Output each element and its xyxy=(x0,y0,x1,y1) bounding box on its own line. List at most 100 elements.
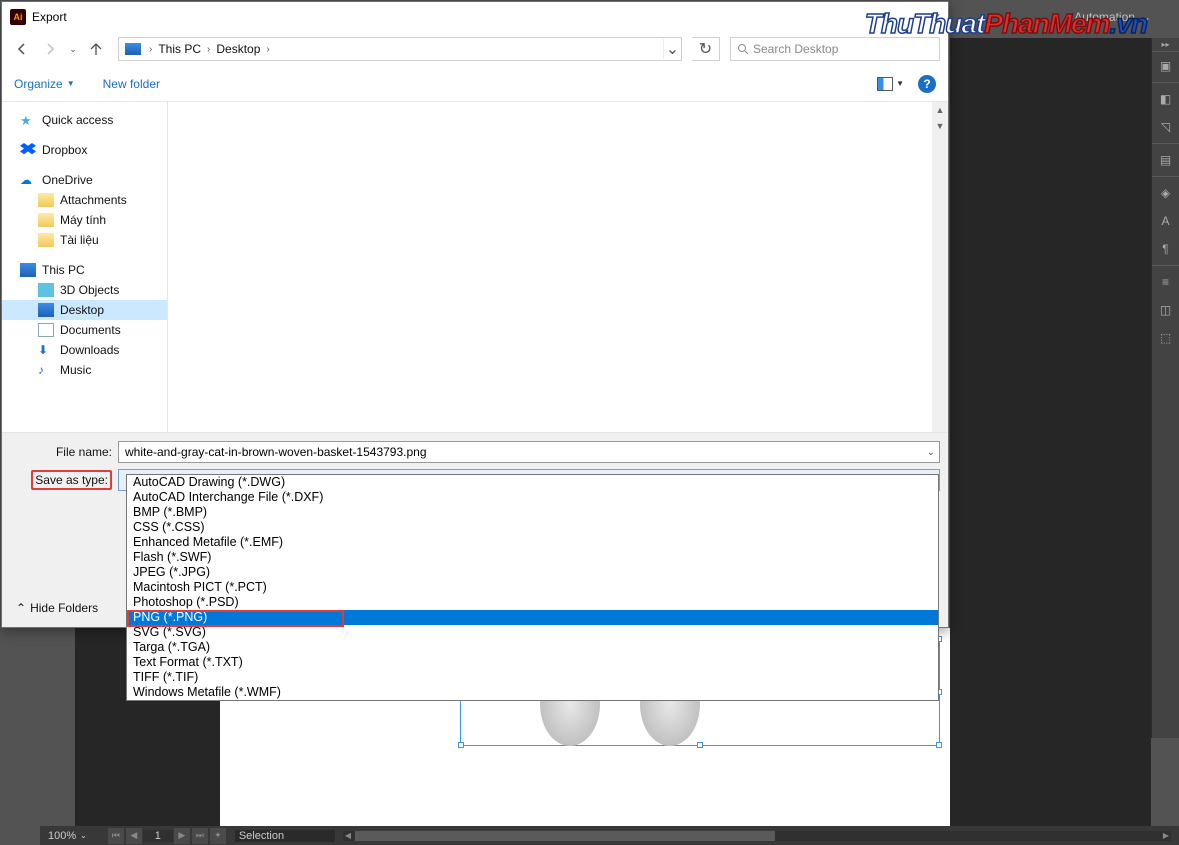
illustrator-app-icon: Ai xyxy=(10,9,26,25)
navigation-pane[interactable]: Quick access Dropbox OneDrive Attachments Má… xyxy=(2,102,167,432)
type-option[interactable]: Enhanced Metafile (*.EMF) xyxy=(127,535,938,550)
dialog-body: Quick access Dropbox OneDrive Attachments Má… xyxy=(2,102,948,432)
prev-artboard-button[interactable]: ◀ xyxy=(126,828,142,844)
type-option[interactable]: CSS (*.CSS) xyxy=(127,520,938,535)
status-mode[interactable]: Selection xyxy=(235,830,335,842)
panel-icon-8[interactable]: ≡ xyxy=(1152,268,1179,296)
pc-icon xyxy=(125,43,141,55)
panel-icon-3[interactable]: ◹ xyxy=(1152,113,1179,141)
nav-item-label: Music xyxy=(60,363,91,377)
type-option[interactable]: Flash (*.SWF) xyxy=(127,550,938,565)
nav-item-downloads[interactable]: Downloads xyxy=(2,340,167,360)
type-option[interactable]: Photoshop (*.PSD) xyxy=(127,595,938,610)
doc-icon xyxy=(38,323,54,337)
nav-item-attachments[interactable]: Attachments xyxy=(2,190,167,210)
type-option[interactable]: Windows Metafile (*.WMF) xyxy=(127,685,938,700)
nav-item-desktop[interactable]: Desktop xyxy=(2,300,167,320)
nav-item-dropbox[interactable]: Dropbox xyxy=(2,140,167,160)
file-name-input[interactable]: white-and-gray-cat-in-brown-woven-basket… xyxy=(118,441,940,463)
next-artboard-button[interactable]: ▶ xyxy=(174,828,190,844)
file-name-value: white-and-gray-cat-in-brown-woven-basket… xyxy=(125,445,427,459)
nav-item-label: Tài liệu xyxy=(60,233,99,247)
nav-item-this-pc[interactable]: This PC xyxy=(2,260,167,280)
type-option[interactable]: Macintosh PICT (*.PCT) xyxy=(127,580,938,595)
chevron-up-icon: ⌃ xyxy=(16,601,26,615)
command-bar: Organize ▼ New folder ▼ ? xyxy=(2,66,948,102)
search-placeholder: Search Desktop xyxy=(753,42,838,56)
new-folder-button[interactable]: New folder xyxy=(103,77,160,91)
breadcrumb-this-pc[interactable]: This PC xyxy=(154,42,205,56)
nav-item-label: OneDrive xyxy=(42,173,93,187)
nav-item-label: Downloads xyxy=(60,343,119,357)
nav-item-3d-objects[interactable]: 3D Objects xyxy=(2,280,167,300)
panel-icon-6[interactable]: A xyxy=(1152,207,1179,235)
chevron-down-icon[interactable]: ⌄ xyxy=(927,447,935,458)
folder-icon xyxy=(38,213,54,227)
view-button[interactable]: ▼ xyxy=(877,77,904,91)
scrollbar-thumb[interactable] xyxy=(355,831,775,841)
forward-button[interactable] xyxy=(38,37,62,61)
file-list[interactable]: ▲ ▼ xyxy=(167,102,948,432)
zoom-level[interactable]: 100% ⌄ xyxy=(40,830,95,842)
type-option[interactable]: AutoCAD Interchange File (*.DXF) xyxy=(127,490,938,505)
nav-item-documents[interactable]: Documents xyxy=(2,320,167,340)
nav-item-máy-tính[interactable]: Máy tính xyxy=(2,210,167,230)
organize-button[interactable]: Organize ▼ xyxy=(14,77,75,91)
vertical-scrollbar[interactable]: ▲ ▼ xyxy=(932,102,948,432)
nav-item-label: 3D Objects xyxy=(60,283,119,297)
save-as-type-dropdown[interactable]: AutoCAD Drawing (*.DWG)AutoCAD Interchan… xyxy=(126,474,939,701)
chevron-down-icon: ▼ xyxy=(67,79,75,88)
recent-locations-button[interactable]: ⌄ xyxy=(66,37,80,61)
refresh-button[interactable]: ↻ xyxy=(692,37,720,61)
panel-icon-5[interactable]: ◈ xyxy=(1152,179,1179,207)
chevron-right-icon[interactable]: › xyxy=(264,44,271,55)
nav-item-tài-liệu[interactable]: Tài liệu xyxy=(2,230,167,250)
dialog-titlebar: Ai Export ⌄ xyxy=(2,2,948,32)
right-dark-area xyxy=(950,38,1151,826)
nav-item-music[interactable]: Music xyxy=(2,360,167,380)
back-button[interactable] xyxy=(10,37,34,61)
first-artboard-button[interactable]: ⏮ xyxy=(108,828,124,844)
nav-item-quick-access[interactable]: Quick access xyxy=(2,110,167,130)
panel-collapse-icon[interactable]: ▸▸ xyxy=(1152,38,1179,52)
panel-icon-1[interactable]: ▣ xyxy=(1152,52,1179,80)
panel-icon-4[interactable]: ▤ xyxy=(1152,146,1179,174)
up-button[interactable] xyxy=(84,37,108,61)
scroll-down-icon[interactable]: ▼ xyxy=(932,118,948,134)
type-option[interactable]: TIFF (*.TIF) xyxy=(127,670,938,685)
artboard-nav-toggle-icon[interactable]: ✦ xyxy=(210,828,226,844)
type-option[interactable]: JPEG (*.JPG) xyxy=(127,565,938,580)
panel-icon-10[interactable]: ⬚ xyxy=(1152,324,1179,352)
type-option[interactable]: AutoCAD Drawing (*.DWG) xyxy=(127,475,938,490)
address-dropdown-icon[interactable]: ⌄ xyxy=(663,39,681,59)
type-option[interactable]: SVG (*.SVG) xyxy=(127,625,938,640)
address-bar[interactable]: › This PC › Desktop › ⌄ xyxy=(118,37,682,61)
nav-item-onedrive[interactable]: OneDrive xyxy=(2,170,167,190)
type-option[interactable]: BMP (*.BMP) xyxy=(127,505,938,520)
panel-icon-2[interactable]: ◧ xyxy=(1152,85,1179,113)
breadcrumb-desktop[interactable]: Desktop xyxy=(212,42,264,56)
dropbox-icon xyxy=(20,143,36,157)
panel-icon-7[interactable]: ¶ xyxy=(1152,235,1179,263)
down-icon xyxy=(38,343,54,357)
type-option[interactable]: Targa (*.TGA) xyxy=(127,640,938,655)
help-button[interactable]: ? xyxy=(918,75,936,93)
panel-icon-9[interactable]: ◫ xyxy=(1152,296,1179,324)
nav-item-label: Dropbox xyxy=(42,143,87,157)
nav-item-label: Máy tính xyxy=(60,213,106,227)
dialog-title: Export xyxy=(32,10,67,24)
folder-icon xyxy=(38,233,54,247)
artboard-index[interactable]: 1 xyxy=(143,830,173,842)
hide-folders-button[interactable]: ⌃ Hide Folders xyxy=(16,601,98,615)
folder-icon xyxy=(38,193,54,207)
zoom-value: 100% xyxy=(48,830,76,842)
chevron-right-icon[interactable]: › xyxy=(205,44,212,55)
last-artboard-button[interactable]: ⏭ xyxy=(192,828,208,844)
nav-item-label: Quick access xyxy=(42,113,113,127)
scroll-up-icon[interactable]: ▲ xyxy=(932,102,948,118)
chevron-right-icon[interactable]: › xyxy=(147,44,154,55)
horizontal-scrollbar[interactable]: ◀ ▶ xyxy=(343,831,1171,841)
type-option[interactable]: Text Format (*.TXT) xyxy=(127,655,938,670)
type-option[interactable]: PNG (*.PNG) xyxy=(127,610,938,625)
search-input[interactable]: Search Desktop xyxy=(730,37,940,61)
